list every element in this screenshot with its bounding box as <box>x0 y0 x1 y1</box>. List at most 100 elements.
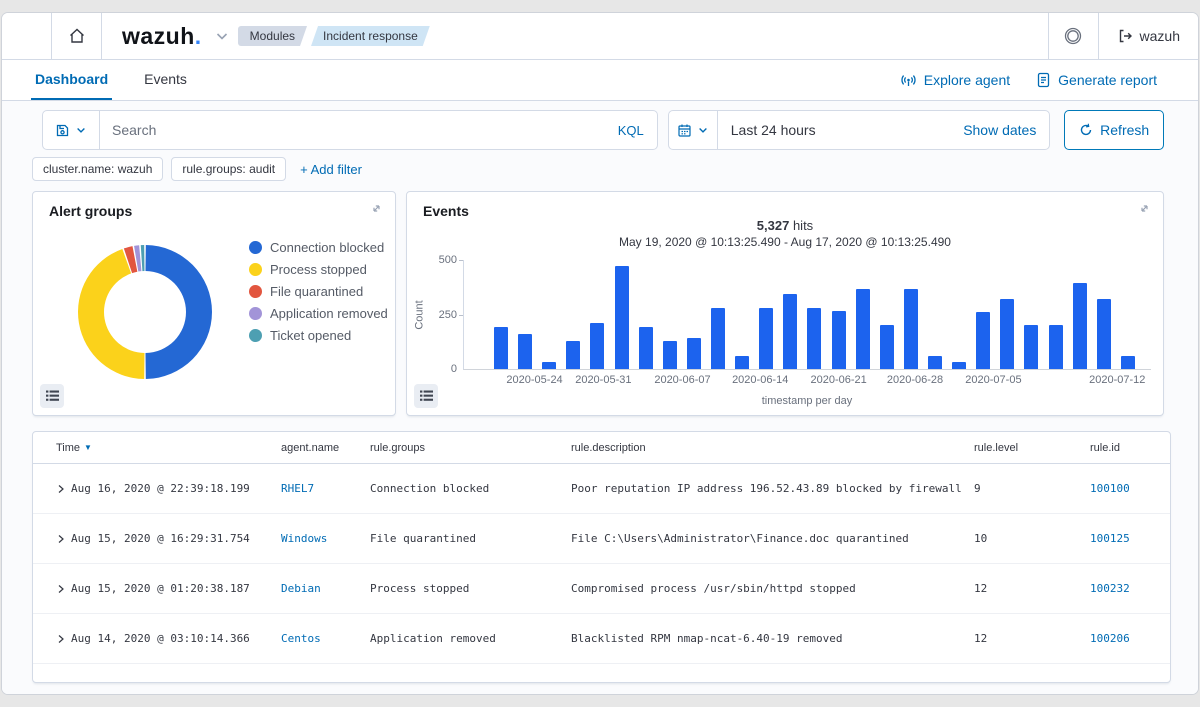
alert-groups-donut-chart[interactable] <box>70 237 220 387</box>
show-table-button[interactable] <box>414 384 438 408</box>
logout-button[interactable]: wazuh <box>1099 13 1198 59</box>
column-header-rule-groups[interactable]: rule.groups <box>370 442 571 454</box>
bar[interactable] <box>1000 299 1014 369</box>
bar[interactable] <box>711 308 725 369</box>
tab-dashboard[interactable]: Dashboard <box>31 60 112 100</box>
donut-slice-connection-blocked[interactable] <box>145 245 212 379</box>
bar[interactable] <box>783 294 797 369</box>
expand-row-button[interactable] <box>56 634 65 644</box>
column-header-rule-level[interactable]: rule.level <box>974 442 1090 454</box>
bar[interactable] <box>952 362 966 369</box>
refresh-label: Refresh <box>1100 122 1149 138</box>
bar[interactable] <box>518 334 532 369</box>
home-button[interactable] <box>52 13 101 59</box>
bar[interactable] <box>904 289 918 369</box>
cell-time: Aug 15, 2020 @ 01:20:38.187 <box>71 582 250 595</box>
x-tick-label: 2020-07-12 <box>1089 374 1145 386</box>
calendar-button[interactable] <box>669 111 718 149</box>
legend-label: Connection blocked <box>270 240 384 255</box>
time-range-label[interactable]: Last 24 hours <box>718 122 963 138</box>
x-tick-label: 2020-05-24 <box>506 374 562 386</box>
bar[interactable] <box>615 266 629 369</box>
show-dates-button[interactable]: Show dates <box>963 122 1049 138</box>
cell-rule-id-link[interactable]: 100232 <box>1090 582 1130 595</box>
bar[interactable] <box>880 325 894 369</box>
tab-events[interactable]: Events <box>140 60 191 100</box>
expand-panel-button[interactable] <box>1138 202 1151 215</box>
donut-slice-ticket-opened[interactable] <box>141 245 145 271</box>
expand-panel-button[interactable] <box>370 202 383 215</box>
bar[interactable] <box>566 341 580 369</box>
expand-icon <box>1138 202 1151 215</box>
chevron-right-icon <box>56 634 65 644</box>
legend-label: Application removed <box>270 306 388 321</box>
bar[interactable] <box>807 308 821 369</box>
bar[interactable] <box>639 327 653 369</box>
expand-icon <box>370 202 383 215</box>
bar[interactable] <box>1024 325 1038 369</box>
bar[interactable] <box>735 356 749 369</box>
bar[interactable] <box>590 323 604 369</box>
logo-chevron-button[interactable] <box>214 28 230 44</box>
cell-agent-link[interactable]: RHEL7 <box>281 482 314 495</box>
app-circle-button[interactable] <box>1049 13 1098 59</box>
x-tick-label: 2020-06-21 <box>811 374 867 386</box>
bar[interactable] <box>1073 283 1087 369</box>
chevron-right-icon <box>56 484 65 494</box>
bar[interactable] <box>976 312 990 369</box>
bar[interactable] <box>663 341 677 369</box>
saved-query-button[interactable] <box>43 111 100 149</box>
bar[interactable] <box>494 327 508 369</box>
table-header-row: Time▼ agent.name rule.groups rule.descri… <box>33 432 1170 464</box>
x-axis-title: timestamp per day <box>463 395 1151 407</box>
cell-rule-description: Poor reputation IP address 196.52.43.89 … <box>571 482 974 495</box>
refresh-icon <box>1079 123 1093 137</box>
bar[interactable] <box>1097 299 1111 369</box>
bar[interactable] <box>1121 356 1135 369</box>
legend-item[interactable]: Ticket opened <box>249 328 388 343</box>
bar[interactable] <box>687 338 701 369</box>
add-filter-button[interactable]: + Add filter <box>300 162 362 177</box>
legend-swatch <box>249 241 262 254</box>
generate-report-button[interactable]: Generate report <box>1036 72 1157 88</box>
cell-rule-groups: File quarantined <box>370 532 571 545</box>
events-title: Events <box>423 203 469 219</box>
show-table-button[interactable] <box>40 384 64 408</box>
filter-pill-rule-groups[interactable]: rule.groups: audit <box>171 157 286 181</box>
column-header-time[interactable]: Time▼ <box>56 442 281 454</box>
legend-item[interactable]: Application removed <box>249 306 388 321</box>
bar[interactable] <box>832 311 846 369</box>
explore-agent-button[interactable]: Explore agent <box>900 72 1010 89</box>
x-tick-label: 2020-06-14 <box>732 374 788 386</box>
cell-rule-id-link[interactable]: 100125 <box>1090 532 1130 545</box>
bar[interactable] <box>1049 325 1063 369</box>
cell-agent-link[interactable]: Debian <box>281 582 321 595</box>
column-header-rule-description[interactable]: rule.description <box>571 442 974 454</box>
legend-item[interactable]: File quarantined <box>249 284 388 299</box>
bar[interactable] <box>759 308 773 369</box>
cell-rule-id-link[interactable]: 100100 <box>1090 482 1130 495</box>
expand-row-button[interactable] <box>56 534 65 544</box>
legend-item[interactable]: Process stopped <box>249 262 388 277</box>
column-header-agent-name[interactable]: agent.name <box>281 442 370 454</box>
cell-agent-link[interactable]: Windows <box>281 532 327 545</box>
bar[interactable] <box>856 289 870 369</box>
breadcrumb-modules[interactable]: Modules <box>238 26 307 46</box>
tabs-bar: Dashboard Events Explore agent Generate … <box>2 60 1198 101</box>
logo-area: wazuh. Modules Incident response <box>102 13 444 59</box>
cell-rule-id-link[interactable]: 100206 <box>1090 632 1130 645</box>
legend-item[interactable]: Connection blocked <box>249 240 388 255</box>
refresh-button[interactable]: Refresh <box>1064 110 1164 150</box>
menu-button[interactable] <box>2 13 51 59</box>
bar[interactable] <box>928 356 942 369</box>
expand-row-button[interactable] <box>56 484 65 494</box>
chevron-down-icon <box>697 124 709 136</box>
bar[interactable] <box>542 362 556 369</box>
kql-button[interactable]: KQL <box>618 123 657 138</box>
expand-row-button[interactable] <box>56 584 65 594</box>
search-input[interactable] <box>100 122 618 138</box>
cell-agent-link[interactable]: Centos <box>281 632 321 645</box>
cell-rule-groups: Application removed <box>370 632 571 645</box>
filter-pill-cluster[interactable]: cluster.name: wazuh <box>32 157 163 181</box>
column-header-rule-id[interactable]: rule.id <box>1090 442 1170 454</box>
